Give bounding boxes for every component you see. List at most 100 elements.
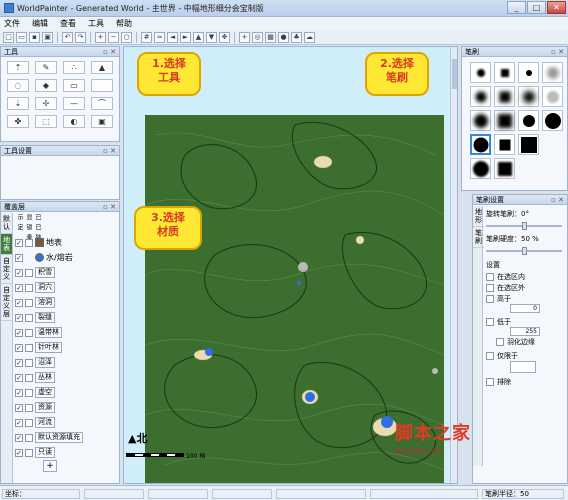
- layer-solo-checkbox[interactable]: [25, 313, 33, 322]
- fill-icon[interactable]: ▭: [63, 79, 85, 92]
- pan-icon[interactable]: ✥: [219, 31, 230, 43]
- flood-icon[interactable]: ◆: [35, 79, 57, 92]
- terrain-map[interactable]: [144, 115, 457, 483]
- layer-visible-checkbox[interactable]: [15, 358, 23, 367]
- layer-button-resources[interactable]: 资源: [35, 402, 55, 413]
- layer-visible-checkbox[interactable]: [15, 388, 23, 397]
- panel-controls[interactable]: ▫ ✕: [103, 47, 116, 57]
- layer-visible-checkbox[interactable]: [15, 418, 23, 427]
- panel-controls[interactable]: ▫ ✕: [103, 146, 116, 156]
- hardness-slider[interactable]: [486, 247, 567, 255]
- panel-controls[interactable]: ▫ ✕: [103, 202, 116, 212]
- layer-solo-checkbox[interactable]: [25, 328, 33, 337]
- menu-view[interactable]: 查看: [60, 18, 76, 29]
- in-selection-checkbox[interactable]: [486, 272, 494, 281]
- layer-tab-terrain[interactable]: 地表: [1, 234, 12, 255]
- layer-solo-checkbox[interactable]: [25, 388, 33, 397]
- maximize-button[interactable]: □: [527, 1, 546, 14]
- layer-visible-checkbox[interactable]: [15, 343, 23, 352]
- brush-round-selected[interactable]: [470, 134, 491, 155]
- layer-solo-checkbox[interactable]: [25, 358, 33, 367]
- layer-button-pines[interactable]: 针叶林: [35, 342, 62, 353]
- select-icon[interactable]: ⬚: [35, 115, 57, 128]
- layer-button-caves[interactable]: 洞穴: [35, 282, 55, 293]
- grid-icon[interactable]: #: [141, 31, 152, 43]
- menu-edit[interactable]: 编辑: [32, 18, 48, 29]
- rotation-slider-knob[interactable]: [521, 222, 527, 230]
- brush-square-dark[interactable]: [494, 158, 515, 179]
- except-checkbox[interactable]: [486, 377, 494, 386]
- line-icon[interactable]: —: [63, 97, 85, 110]
- weather-icon[interactable]: ☁: [304, 31, 315, 43]
- layer-visible-checkbox[interactable]: [15, 328, 23, 337]
- above-checkbox[interactable]: [486, 294, 494, 303]
- target-icon[interactable]: ◎: [252, 31, 263, 43]
- layer-visible-checkbox[interactable]: [15, 433, 23, 442]
- export-icon[interactable]: ▣: [42, 31, 53, 43]
- close-button[interactable]: ✕: [547, 1, 566, 14]
- copy-icon[interactable]: ▣: [91, 115, 113, 128]
- brush-round-hard-large[interactable]: [542, 110, 563, 131]
- layer-button-snow[interactable]: 积雪: [35, 267, 55, 278]
- below-checkbox[interactable]: [486, 317, 494, 326]
- tab-terrain[interactable]: 地形: [473, 206, 484, 227]
- color-icon[interactable]: ◐: [63, 115, 85, 128]
- undo-icon[interactable]: ↶: [62, 31, 73, 43]
- layer-button-readonly[interactable]: 只读: [35, 447, 55, 458]
- canvas-vertical-scrollbar[interactable]: [450, 47, 457, 483]
- flatten-icon[interactable]: ⇣: [7, 97, 29, 110]
- layer-solo-checkbox[interactable]: [25, 238, 33, 247]
- scrollbar-thumb[interactable]: [452, 59, 457, 89]
- layer-button-jungle[interactable]: 丛林: [35, 372, 55, 383]
- layer-button-deciduous[interactable]: 温带林: [35, 327, 62, 338]
- layer-button-void[interactable]: 虚空: [35, 387, 55, 398]
- zoom-in-icon[interactable]: +: [95, 31, 106, 43]
- layer-button-chasms[interactable]: 裂缝: [35, 312, 55, 323]
- image-icon[interactable]: ▦: [265, 31, 276, 43]
- menu-help[interactable]: 帮助: [116, 18, 132, 29]
- brush-cone[interactable]: [518, 86, 539, 107]
- layer-visible-checkbox[interactable]: [15, 298, 23, 307]
- brush-soft-square-medium[interactable]: [494, 86, 515, 107]
- layer-button-default-fill[interactable]: 默认资源填充: [35, 432, 83, 443]
- layer-solo-checkbox[interactable]: [25, 268, 33, 277]
- erode-icon[interactable]: ✤: [7, 115, 29, 128]
- panel-controls[interactable]: ▫ ✕: [551, 47, 564, 57]
- sponge-icon[interactable]: ✢: [35, 97, 57, 110]
- layer-visible-checkbox[interactable]: [15, 403, 23, 412]
- rotate-left-icon[interactable]: ◄: [167, 31, 178, 43]
- out-selection-checkbox[interactable]: [486, 283, 494, 292]
- add-layer-button[interactable]: +: [43, 460, 57, 472]
- layer-solo-checkbox[interactable]: [25, 373, 33, 382]
- rotate-right-icon[interactable]: ►: [180, 31, 191, 43]
- map-canvas[interactable]: ▲北 100 格: [123, 46, 458, 484]
- smooth-icon[interactable]: ◌: [7, 79, 29, 92]
- layer-visible-checkbox[interactable]: [15, 373, 23, 382]
- zoom-out-icon[interactable]: −: [108, 31, 119, 43]
- layer-visible-checkbox[interactable]: [15, 268, 23, 277]
- layer-tab-default[interactable]: 默认: [1, 213, 12, 234]
- brush-round-dark[interactable]: [470, 158, 491, 179]
- layer-visible-checkbox[interactable]: [15, 253, 23, 262]
- pencil-icon[interactable]: ✎: [35, 61, 57, 74]
- layer-tab-custom-layers[interactable]: 自定义层: [1, 284, 12, 321]
- raise-lower-icon[interactable]: ⇡: [7, 61, 29, 74]
- layer-button-rivers[interactable]: 河流: [35, 417, 55, 428]
- mountain-icon[interactable]: ▲: [91, 61, 113, 74]
- move-up-icon[interactable]: ▲: [193, 31, 204, 43]
- save-world-icon[interactable]: ▪: [29, 31, 40, 43]
- minimize-button[interactable]: _: [507, 1, 526, 14]
- redo-icon[interactable]: ↷: [75, 31, 86, 43]
- layer-visible-checkbox[interactable]: [15, 448, 23, 457]
- brush-soft-square[interactable]: [494, 62, 515, 83]
- only-on-selector[interactable]: [510, 361, 536, 373]
- curve-icon[interactable]: ⌒: [91, 97, 113, 110]
- layer-solo-checkbox[interactable]: [25, 403, 33, 412]
- tab-brush[interactable]: 笔刷: [473, 227, 484, 248]
- layer-visible-checkbox[interactable]: [15, 283, 23, 292]
- hardness-slider-knob[interactable]: [521, 247, 527, 255]
- menu-tools[interactable]: 工具: [88, 18, 104, 29]
- layer-solo-checkbox[interactable]: [25, 298, 33, 307]
- layer-tab-custom[interactable]: 自定义: [1, 255, 12, 284]
- layer-button-swamp[interactable]: 沼泽: [35, 357, 55, 368]
